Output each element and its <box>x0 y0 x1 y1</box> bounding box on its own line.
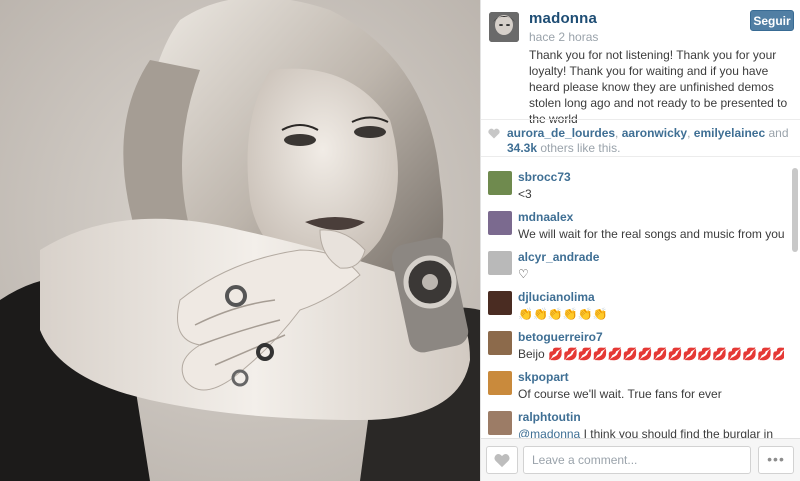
comment-text: We will wait for the real songs and musi… <box>518 227 784 241</box>
instagram-post-view: madonna hace 2 horas Seguir Thank you fo… <box>0 0 800 481</box>
follow-button[interactable]: Seguir <box>750 10 794 31</box>
owner-username[interactable]: madonna <box>529 10 597 27</box>
commenter-username[interactable]: ralphtoutin <box>518 410 581 424</box>
likes-separator: , <box>687 126 694 140</box>
scrollbar-thumb[interactable] <box>792 168 798 252</box>
heart-icon <box>488 128 500 139</box>
commenter-avatar[interactable] <box>488 331 512 355</box>
like-button[interactable] <box>486 446 518 474</box>
comment-text: @madonna I think you should find the bur… <box>518 426 784 438</box>
post-caption: Thank you for not listening! Thank you f… <box>529 48 788 126</box>
liker-username[interactable]: aurora_de_lourdes <box>507 126 615 140</box>
post-photo[interactable] <box>0 0 480 481</box>
comment-text: Of course we'll wait. True fans for ever <box>518 387 722 401</box>
commenter-avatar[interactable] <box>488 371 512 395</box>
liker-username[interactable]: emilyelainec <box>694 126 765 140</box>
post-header: madonna hace 2 horas Seguir Thank you fo… <box>481 0 800 126</box>
likes-section: aurora_de_lourdes, aaronwicky, emilyelai… <box>481 119 800 157</box>
comment-item: alcyr_andrade ♡ <box>481 242 789 282</box>
commenter-avatar[interactable] <box>488 251 512 275</box>
commenter-avatar[interactable] <box>488 171 512 195</box>
post-timestamp: hace 2 horas <box>529 30 599 44</box>
comment-item: betoguerreiro7 Beijo 💋💋💋💋💋💋💋💋💋💋💋💋💋💋💋💋💋💋 … <box>481 322 789 362</box>
liker-username[interactable]: aaronwicky <box>622 126 687 140</box>
likes-summary: aurora_de_lourdes, aaronwicky, emilyelai… <box>507 126 792 156</box>
more-options-button[interactable]: ••• <box>758 446 794 474</box>
comment-item: sbrocc73 <3 <box>481 162 789 202</box>
owner-avatar[interactable] <box>489 12 519 42</box>
comment-text: <3 <box>518 187 532 201</box>
comment-mention[interactable]: @madonna <box>518 427 580 438</box>
likes-and: and <box>765 126 789 140</box>
comment-text: Beijo 💋💋💋💋💋💋💋💋💋💋💋💋💋💋💋💋💋💋 💋 <box>518 347 784 361</box>
commenter-avatar[interactable] <box>488 411 512 435</box>
commenter-username[interactable]: skpopart <box>518 370 569 384</box>
commenter-avatar[interactable] <box>488 291 512 315</box>
comment-item: mdnaalex We will wait for the real songs… <box>481 202 789 242</box>
commenter-username[interactable]: djlucianolima <box>518 290 595 304</box>
comments-list[interactable]: sbrocc73 <3 mdnaalex We will wait for th… <box>481 162 789 438</box>
commenter-username[interactable]: alcyr_andrade <box>518 250 599 264</box>
comment-text: ♡ <box>518 267 529 281</box>
photo-illustration <box>0 0 480 481</box>
commenter-username[interactable]: sbrocc73 <box>518 170 571 184</box>
post-side-panel: madonna hace 2 horas Seguir Thank you fo… <box>480 0 800 481</box>
comment-item: skpopart Of course we'll wait. True fans… <box>481 362 789 402</box>
likes-separator: , <box>615 126 622 140</box>
likes-count[interactable]: 34.3k <box>507 141 537 155</box>
likes-suffix: others like this. <box>537 141 621 155</box>
comments-scrollbar[interactable] <box>792 168 798 433</box>
comment-text: 👏👏👏👏👏👏 <box>518 307 608 321</box>
commenter-avatar[interactable] <box>488 211 512 235</box>
heart-icon <box>494 454 510 468</box>
comment-footer: ••• <box>481 438 800 481</box>
avatar-image <box>489 12 519 42</box>
comment-item: ralphtoutin @madonna I think you should … <box>481 402 789 438</box>
commenter-username[interactable]: mdnaalex <box>518 210 573 224</box>
comment-input[interactable] <box>523 446 751 474</box>
comment-item: djlucianolima 👏👏👏👏👏👏 <box>481 282 789 322</box>
commenter-username[interactable]: betoguerreiro7 <box>518 330 603 344</box>
